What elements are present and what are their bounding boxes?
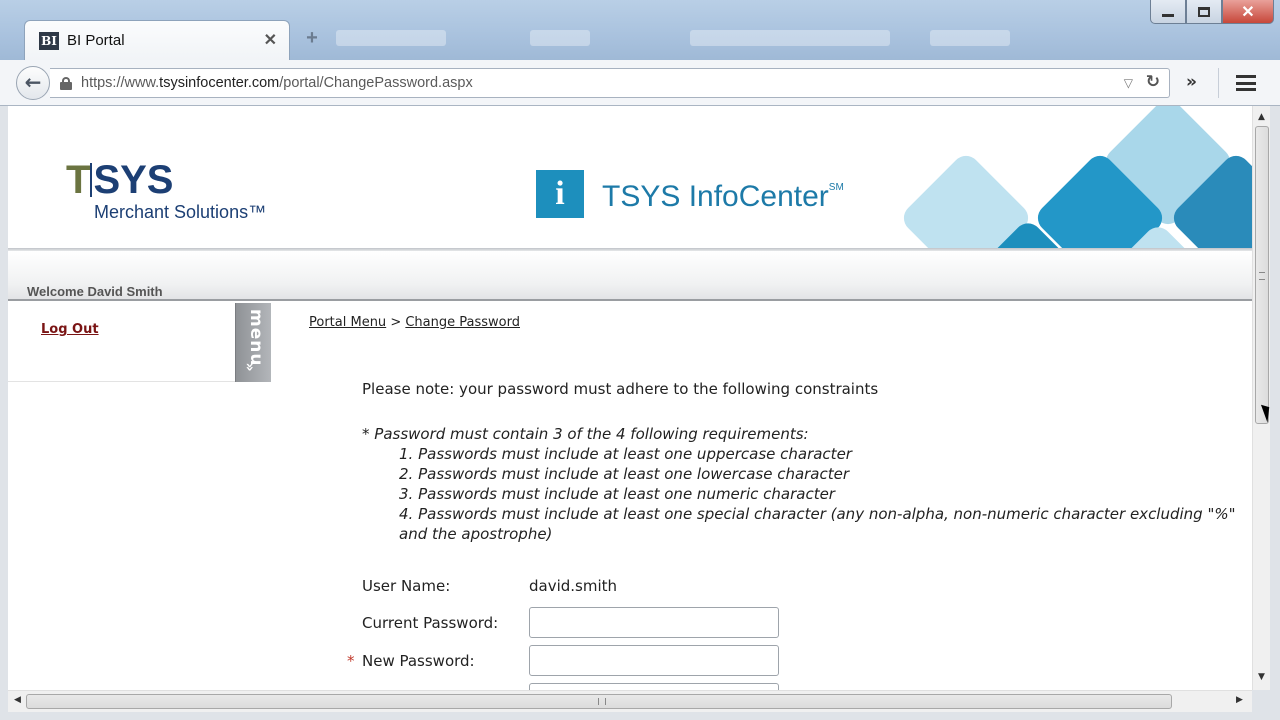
logo-t: T <box>66 158 90 202</box>
breadcrumb-portal-menu[interactable]: Portal Menu <box>309 315 386 330</box>
blurred-tab <box>336 30 446 46</box>
back-arrow-icon: ← <box>24 70 42 94</box>
url-scheme: https://www. <box>81 75 160 91</box>
vertical-scrollbar[interactable]: ▲ ▼ <box>1252 106 1270 690</box>
username-label: User Name: <box>362 577 451 595</box>
tab-close-icon[interactable]: ✕ <box>264 30 277 50</box>
logout-link[interactable]: Log Out <box>41 322 99 337</box>
url-path: /portal/ChangePassword.aspx <box>279 75 473 91</box>
toolbar-separator <box>1218 68 1219 98</box>
window-controls: ✕ <box>1150 0 1274 24</box>
new-tab-button[interactable]: + <box>300 26 324 50</box>
url-host: tsysinfocenter.com <box>159 75 280 91</box>
scroll-right-icon[interactable]: ▶ <box>1236 695 1243 705</box>
grip-icon <box>598 698 606 705</box>
window-corner <box>1252 690 1280 720</box>
tab-bi-portal[interactable]: BI BI Portal ✕ <box>24 20 290 60</box>
url-bar[interactable]: https://www.tsysinfocenter.com/portal/Ch… <box>50 68 1170 98</box>
tsys-logo[interactable]: T SYS Merchant Solutions™ <box>66 158 266 222</box>
url-text[interactable]: https://www.tsysinfocenter.com/portal/Ch… <box>81 75 473 91</box>
window-titlebar: BI BI Portal ✕ + ✕ <box>0 0 1280 60</box>
logo-subtitle: Merchant Solutions™ <box>94 202 267 222</box>
current-password-field[interactable] <box>529 607 779 638</box>
toolbar-overflow-icon[interactable]: » <box>1186 72 1197 92</box>
requirement-item: 4. Passwords must include at least one s… <box>399 505 1236 543</box>
requirement-item: 3. Passwords must include at least one n… <box>399 485 835 503</box>
menu-hamburger-icon[interactable] <box>1236 75 1256 91</box>
infocenter-title: TSYS InfoCenterSM <box>602 180 844 214</box>
blurred-tab <box>530 30 590 46</box>
sidebar: Log Out <box>8 303 236 382</box>
blurred-tab <box>930 30 1010 46</box>
vertical-scroll-thumb[interactable] <box>1255 126 1269 424</box>
navigation-bar: https://www.tsysinfocenter.com/portal/Ch… <box>0 60 1280 106</box>
confirm-password-field[interactable] <box>529 683 779 690</box>
maximize-icon <box>1198 6 1210 17</box>
scroll-up-icon[interactable]: ▲ <box>1258 112 1265 122</box>
close-icon: ✕ <box>1241 3 1255 21</box>
blurred-tab <box>690 30 890 46</box>
bi-favicon-icon: BI <box>39 32 59 50</box>
breadcrumb-separator: > <box>386 315 406 330</box>
requirements-list: 1. Passwords must include at least one u… <box>399 444 1252 544</box>
current-password-label: Current Password: <box>362 614 499 632</box>
menu-toggle-tab[interactable]: menu » <box>235 303 271 382</box>
lock-icon <box>60 77 72 90</box>
minimize-button[interactable] <box>1150 0 1186 24</box>
back-button[interactable]: ← <box>16 66 50 100</box>
infocenter-info-icon: i <box>536 170 584 218</box>
site-header: T SYS Merchant Solutions™ i TSYS InfoCent… <box>8 106 1252 250</box>
tab-title: BI Portal <box>67 32 125 49</box>
close-window-button[interactable]: ✕ <box>1222 0 1274 24</box>
breadcrumb-change-password[interactable]: Change Password <box>405 315 520 330</box>
logo-sys: SYS <box>93 158 174 202</box>
service-mark: SM <box>828 182 844 193</box>
page-viewport: T SYS Merchant Solutions™ i TSYS InfoCent… <box>8 106 1252 690</box>
grip-icon <box>1259 272 1265 280</box>
horizontal-scroll-thumb[interactable] <box>26 694 1172 709</box>
welcome-band: Welcome David Smith <box>8 251 1252 301</box>
requirement-item: 2. Passwords must include at least one l… <box>399 465 850 483</box>
scroll-left-icon[interactable]: ◀ <box>14 695 21 705</box>
scroll-down-icon[interactable]: ▼ <box>1258 672 1265 682</box>
url-dropdown-icon[interactable]: ▽ <box>1124 76 1133 90</box>
menu-expand-icon: » <box>241 362 258 372</box>
requirements-intro: * Password must contain 3 of the 4 follo… <box>362 425 809 443</box>
password-note: Please note: your password must adhere t… <box>362 380 879 398</box>
username-value: david.smith <box>529 577 618 595</box>
breadcrumb: Portal Menu > Change Password <box>309 315 520 330</box>
new-password-label: New Password: <box>362 652 475 670</box>
horizontal-scrollbar[interactable]: ◀ ▶ <box>8 690 1252 712</box>
minimize-icon <box>1162 14 1174 17</box>
new-password-field[interactable] <box>529 645 779 676</box>
welcome-text: Welcome David Smith <box>27 284 163 299</box>
reload-icon[interactable]: ↻ <box>1146 72 1160 92</box>
requirement-item: 1. Passwords must include at least one u… <box>399 445 852 463</box>
maximize-button[interactable] <box>1186 0 1222 24</box>
infocenter-title-text: TSYS InfoCenter <box>602 180 829 213</box>
required-marker: * <box>347 652 355 670</box>
